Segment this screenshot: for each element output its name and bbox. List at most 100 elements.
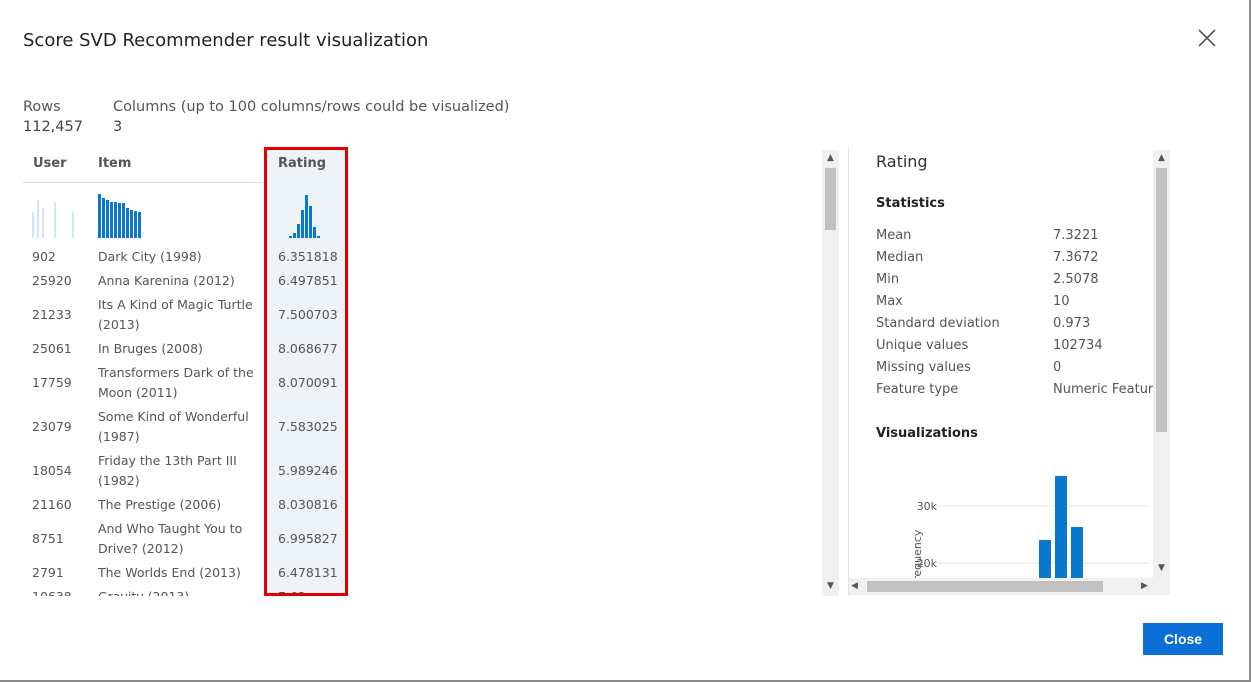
stat-label: Median (876, 250, 924, 265)
item-hist-bar (130, 210, 133, 238)
item-hist-bar (106, 200, 109, 238)
panel-vscroll-thumb[interactable] (1156, 168, 1167, 432)
scroll-up-arrow-icon[interactable]: ▲ (822, 152, 839, 164)
rating-mini-histogram[interactable] (287, 192, 323, 238)
rating-hist-bar (289, 236, 292, 238)
stat-label: Feature type (876, 382, 959, 397)
cell-rating: 7.583025 (278, 419, 338, 434)
histogram-bar (1055, 476, 1067, 580)
item-hist-bar (98, 194, 101, 238)
cell-item: Its A Kind of Magic Turtle (2013) (98, 297, 253, 332)
user-hist-bar (42, 208, 44, 238)
cell-item: The Prestige (2006) (98, 497, 222, 512)
header-divider (23, 182, 263, 183)
scroll-down-arrow-icon[interactable]: ▼ (1153, 562, 1170, 574)
panel-title: Rating (876, 152, 928, 171)
table-scrollbar[interactable]: ▲ ▼ (822, 150, 839, 596)
user-hist-bar (72, 212, 74, 238)
scroll-right-arrow-icon[interactable]: ▶ (1141, 580, 1148, 593)
cell-user: 23079 (32, 419, 72, 434)
cell-rating: 6.995827 (278, 531, 338, 546)
cell-user: 18054 (32, 463, 72, 478)
user-mini-histogram[interactable] (32, 192, 82, 238)
scroll-down-arrow-icon[interactable]: ▼ (822, 580, 839, 592)
panel-vertical-scrollbar[interactable]: ▲ ▼ (1153, 150, 1170, 578)
cell-rating: 6.497851 (278, 273, 338, 288)
stat-label: Standard deviation (876, 316, 1000, 331)
stat-value: Numeric Feature (1053, 382, 1161, 397)
column-details-panel: Rating Statistics Mean 7.3221 Median 7.3… (848, 148, 1170, 596)
cell-user: 25920 (32, 273, 72, 288)
column-header-item[interactable]: Item (98, 156, 131, 171)
cell-item: Dark City (1998) (98, 249, 202, 264)
cell-user: 25061 (32, 341, 72, 356)
visualizations-heading: Visualizations (876, 426, 978, 441)
cell-rating: 8.070091 (278, 375, 338, 390)
cell-user: 21160 (32, 497, 72, 512)
cell-rating: 8.030816 (278, 497, 338, 512)
cell-rating: 6.478131 (278, 565, 338, 580)
cell-rating: 7.500703 (278, 307, 338, 322)
cell-rating: 8.068677 (278, 341, 338, 356)
cell-item: Anna Karenina (2012) (98, 273, 235, 288)
stat-label: Unique values (876, 338, 969, 353)
cell-item: In Bruges (2008) (98, 341, 203, 356)
user-hist-bar (37, 200, 39, 238)
columns-label: Columns (up to 100 columns/rows could be… (113, 99, 510, 115)
scroll-up-arrow-icon[interactable]: ▲ (1153, 152, 1170, 164)
column-header-rating[interactable]: Rating (278, 156, 326, 171)
cell-item: And Who Taught You to Drive? (2012) (98, 521, 243, 556)
close-button[interactable]: Close (1143, 623, 1223, 655)
cell-rating: 7.62 (278, 587, 306, 596)
rows-value: 112,457 (23, 119, 83, 135)
columns-value: 3 (113, 119, 123, 135)
stat-label: Min (876, 272, 900, 287)
stat-value: 102734 (1053, 338, 1103, 353)
cell-item: Friday the 13th Part III (1982) (98, 453, 237, 488)
cell-item: The Worlds End (2013) (98, 565, 241, 580)
item-hist-bar (110, 202, 113, 238)
rating-hist-bar (293, 233, 296, 238)
column-header-user[interactable]: User (33, 156, 67, 171)
panel-horizontal-scrollbar[interactable]: ◀ ▶ (849, 578, 1170, 595)
dialog-title: Score SVD Recommender result visualizati… (23, 30, 429, 51)
item-hist-bar (134, 211, 137, 238)
stat-value: 10 (1053, 294, 1070, 309)
table-scroll-thumb[interactable] (825, 168, 836, 230)
item-hist-bar (138, 212, 141, 238)
cell-item: Some Kind of Wonderful (1987) (98, 409, 249, 444)
close-x-icon[interactable] (1196, 27, 1218, 49)
item-hist-bar (122, 203, 125, 238)
cell-item: Gravity (2013) (98, 587, 258, 596)
panel-hscroll-thumb[interactable] (867, 581, 1103, 592)
item-hist-bar (126, 208, 129, 238)
cell-rating: 5.989246 (278, 463, 338, 478)
dialog: Score SVD Recommender result visualizati… (0, 0, 1251, 682)
y-tick-label: 30k (917, 500, 938, 513)
scroll-left-arrow-icon[interactable]: ◀ (851, 580, 858, 593)
statistics-heading: Statistics (876, 196, 945, 211)
user-hist-bar (54, 202, 56, 238)
y-axis-label: Frequency (911, 529, 924, 580)
histogram-bar (1071, 527, 1083, 580)
rating-hist-bar (313, 227, 316, 238)
cell-user: 8751 (32, 531, 64, 546)
cell-user: 21233 (32, 307, 72, 322)
rating-hist-bar (297, 224, 300, 238)
item-mini-histogram[interactable] (98, 192, 148, 238)
item-hist-bar (118, 203, 121, 238)
histogram-bar (1039, 540, 1051, 580)
rating-hist-bar (301, 210, 304, 238)
cell-user: 902 (32, 249, 56, 264)
stat-label: Mean (876, 228, 912, 243)
stat-value: 2.5078 (1053, 272, 1099, 287)
cell-user: 10638 (32, 587, 72, 596)
rating-hist-bar (305, 195, 308, 238)
stat-value: 0.973 (1053, 316, 1091, 331)
cell-item: Transformers Dark of the Moon (2011) (98, 365, 254, 400)
cell-rating: 6.351818 (278, 249, 338, 264)
stat-label: Missing values (876, 360, 971, 375)
stat-value: 7.3672 (1053, 250, 1099, 265)
rating-hist-bar (309, 206, 312, 238)
rating-histogram[interactable]: 30k 20k Frequency (889, 458, 1159, 580)
